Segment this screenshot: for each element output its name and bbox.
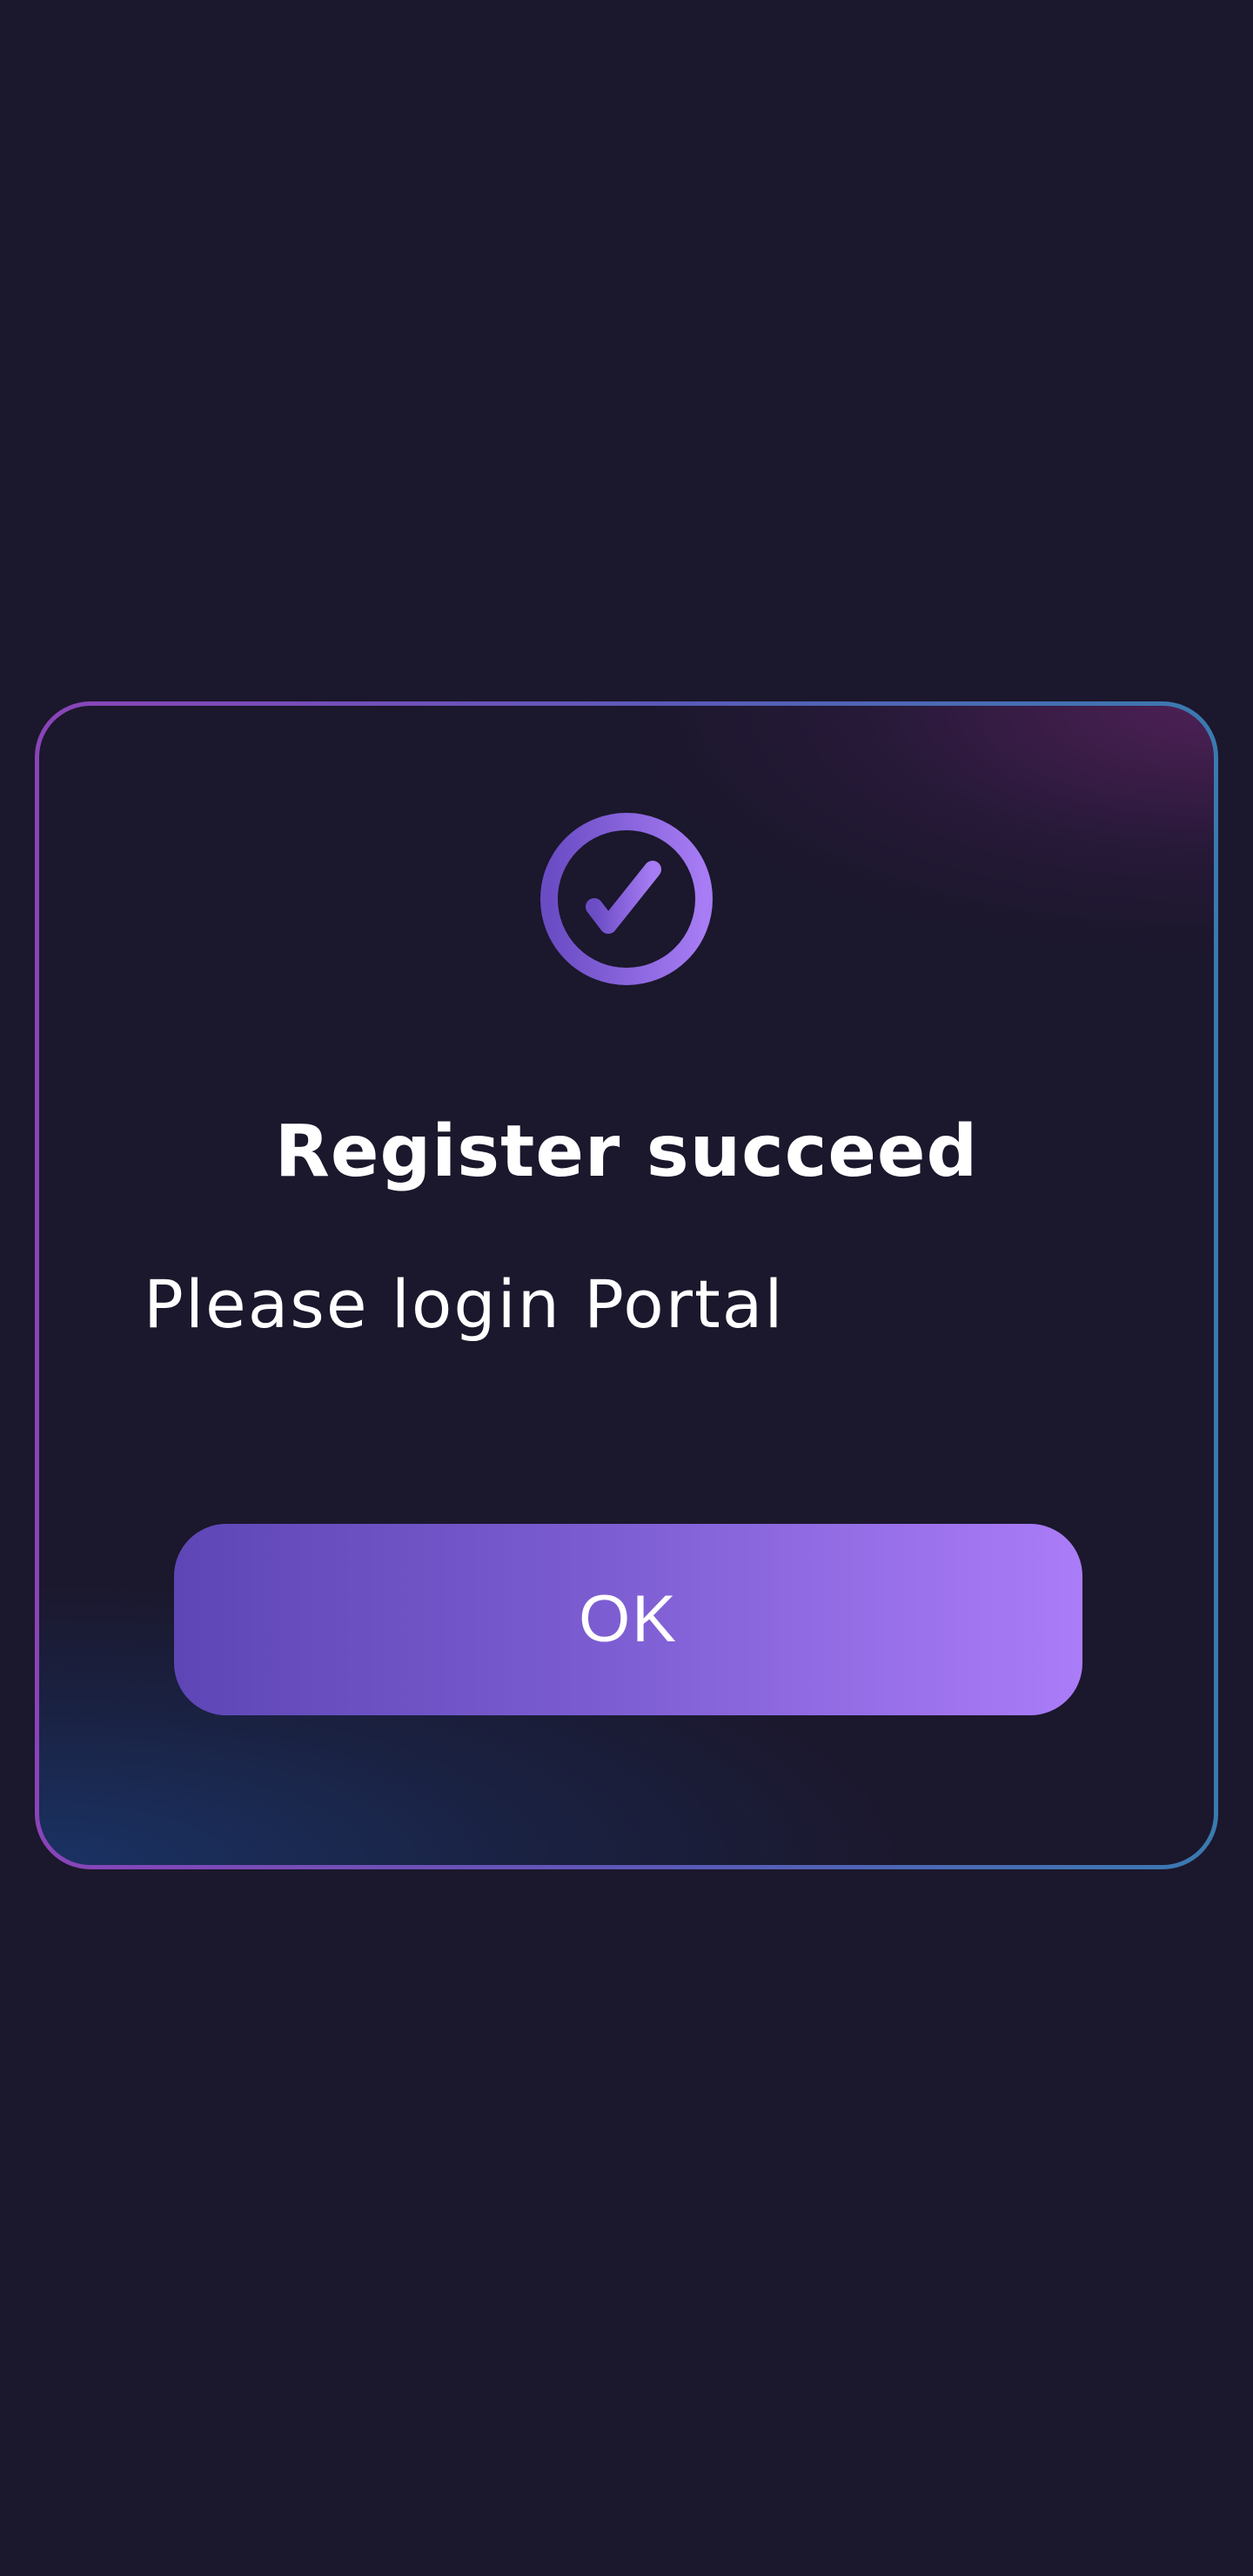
register-success-dialog: Register succeed Please login Portal OK	[35, 701, 1218, 1869]
ok-button[interactable]: OK	[174, 1524, 1082, 1715]
check-circle-icon	[540, 813, 713, 985]
dialog-message: Please login Portal	[144, 1265, 785, 1343]
ok-button-label: OK	[579, 1582, 678, 1656]
dialog-panel: Register succeed Please login Portal OK	[39, 706, 1214, 1865]
dialog-title: Register succeed	[274, 1110, 979, 1193]
